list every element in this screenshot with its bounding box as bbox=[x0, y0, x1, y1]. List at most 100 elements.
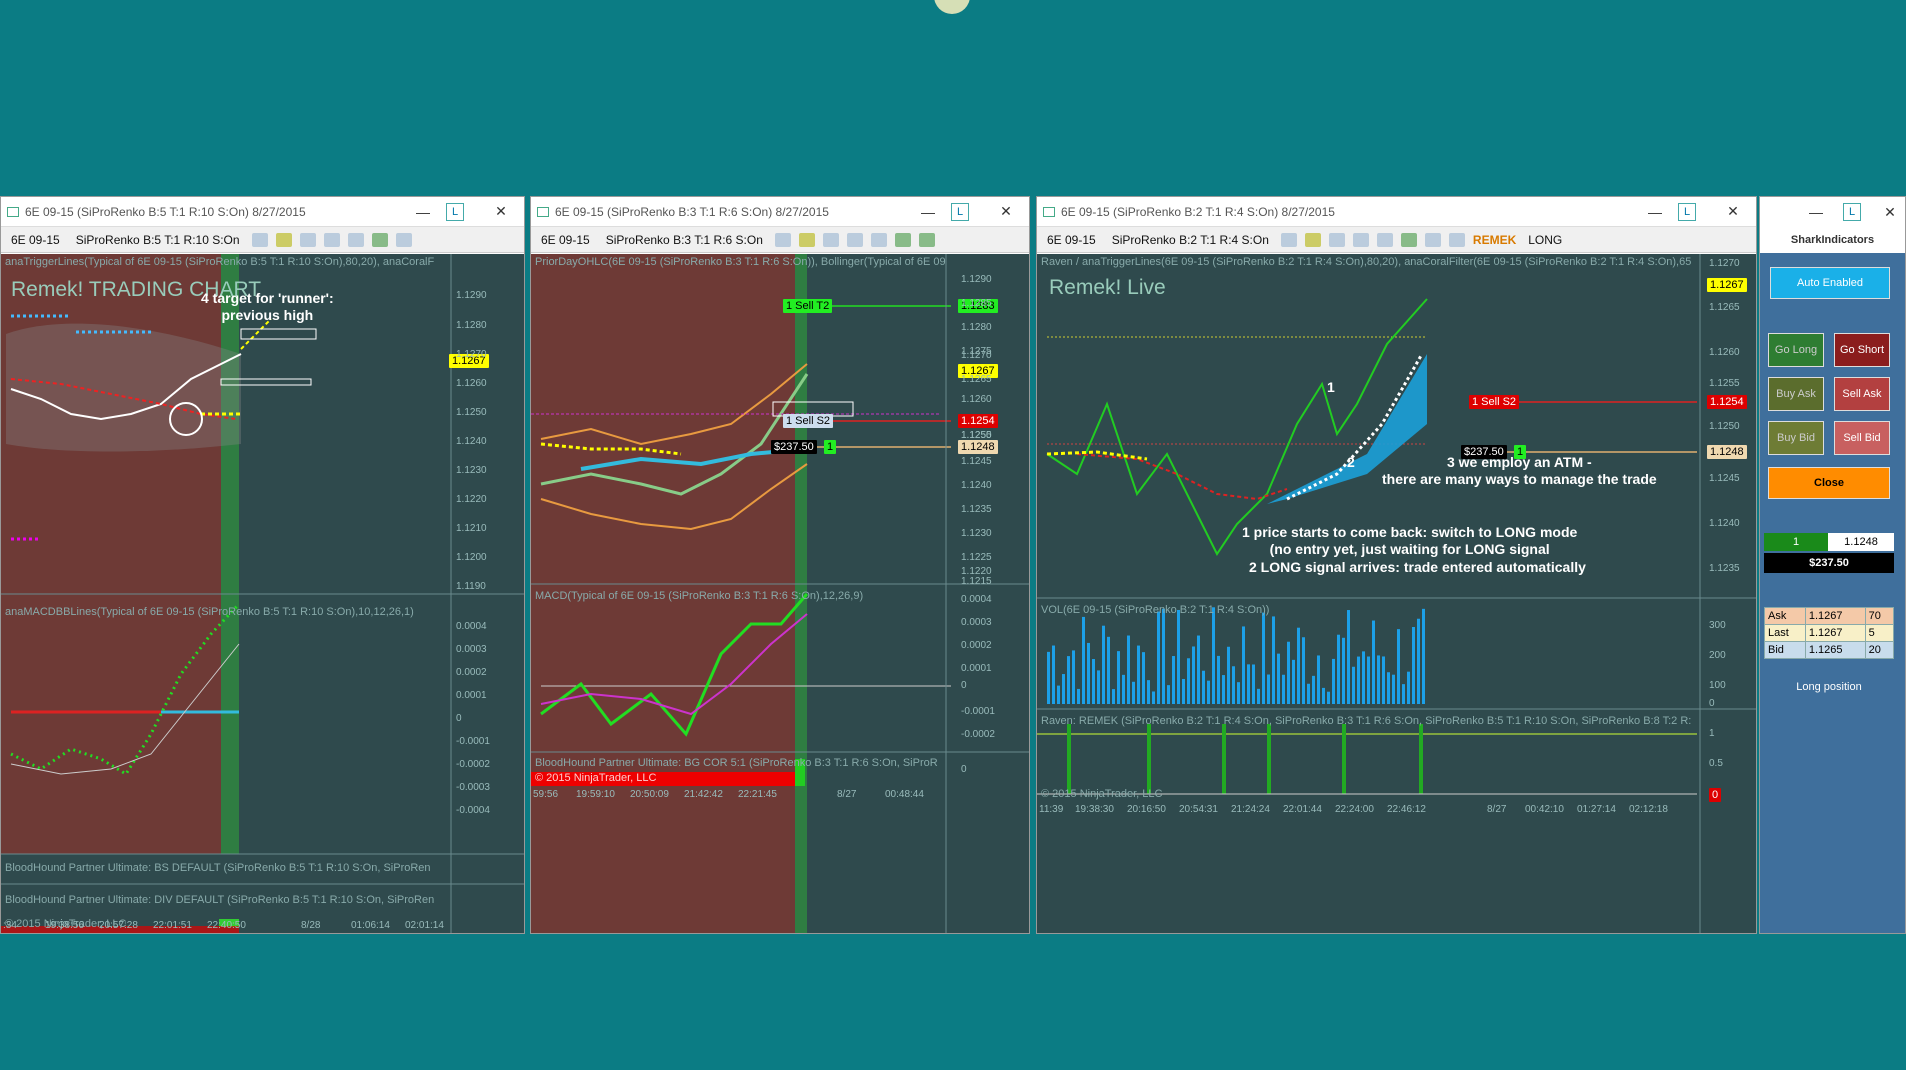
chart-area[interactable]: Raven / anaTriggerLines(6E 09-15 (SiProR… bbox=[1037, 254, 1756, 933]
marker-1: 1 bbox=[1327, 379, 1335, 395]
minimize-button[interactable]: — bbox=[1809, 204, 1829, 220]
close-button[interactable]: ✕ bbox=[1875, 204, 1905, 221]
pin-icon[interactable] bbox=[1328, 232, 1345, 247]
properties-icon[interactable] bbox=[395, 232, 412, 247]
layout-lock-icon[interactable]: L bbox=[446, 202, 464, 221]
buy-bid-button[interactable]: Buy Bid bbox=[1768, 421, 1824, 455]
time-tick: 8/27 bbox=[837, 789, 857, 800]
volume-bar bbox=[1092, 659, 1095, 704]
close-button[interactable]: ✕ bbox=[983, 203, 1029, 220]
indicators-icon[interactable] bbox=[894, 232, 911, 247]
price-tick: 1.1240 bbox=[456, 436, 487, 447]
close-position-button[interactable]: Close bbox=[1768, 467, 1890, 499]
zoom-icon[interactable] bbox=[1376, 232, 1393, 247]
bar-style-icon[interactable] bbox=[1280, 232, 1297, 247]
go-short-button[interactable]: Go Short bbox=[1834, 333, 1890, 367]
volume-bar bbox=[1282, 674, 1285, 704]
mode-select[interactable]: LONG bbox=[1524, 231, 1566, 249]
volume-bar bbox=[1367, 656, 1370, 704]
price-tick: 1.1265 bbox=[1709, 302, 1740, 313]
zoom-icon[interactable] bbox=[347, 232, 364, 247]
bar-style-icon[interactable] bbox=[251, 232, 268, 247]
sell-stop-order[interactable]: 1 Sell S2 bbox=[783, 414, 834, 428]
price-tick: 1.1235 bbox=[961, 504, 992, 515]
indicators-icon[interactable] bbox=[1400, 232, 1417, 247]
volume-bar bbox=[1242, 626, 1245, 704]
crosshair-icon[interactable] bbox=[323, 232, 340, 247]
chart-watermark: Remek! Live bbox=[1049, 276, 1166, 299]
instrument-select[interactable]: 6E 09-15 bbox=[1043, 231, 1100, 249]
time-tick: 21:42:42 bbox=[684, 789, 723, 800]
sell-ask-button[interactable]: Sell Ask bbox=[1834, 377, 1890, 411]
volume-bar bbox=[1202, 670, 1205, 704]
price-tick: 1.1250 bbox=[456, 407, 487, 418]
indicators-icon[interactable] bbox=[371, 232, 388, 247]
time-tick: 22:46:12 bbox=[1387, 804, 1426, 815]
time-tick: 01:27:14 bbox=[1577, 804, 1616, 815]
minimize-button[interactable]: — bbox=[400, 204, 446, 220]
close-button[interactable]: ✕ bbox=[478, 203, 524, 220]
volume-bar bbox=[1342, 637, 1345, 704]
properties-icon[interactable] bbox=[918, 232, 935, 247]
bar-type-select[interactable]: SiProRenko B:5 T:1 R:10 S:On bbox=[72, 231, 244, 249]
instrument-select[interactable]: 6E 09-15 bbox=[537, 231, 594, 249]
time-tick: 02:12:18 bbox=[1629, 804, 1668, 815]
zoom-icon[interactable] bbox=[870, 232, 887, 247]
volume-bar bbox=[1262, 612, 1265, 704]
position-pnl: $237.50 bbox=[1764, 553, 1894, 573]
buy-ask-button[interactable]: Buy Ask bbox=[1768, 377, 1824, 411]
bar-style-icon[interactable] bbox=[774, 232, 791, 247]
sell-target-order[interactable]: 1 Sell T2 bbox=[783, 299, 833, 313]
go-long-button[interactable]: Go Long bbox=[1768, 333, 1824, 367]
layout-lock-icon[interactable]: L bbox=[951, 202, 969, 221]
pin-icon[interactable] bbox=[299, 232, 316, 247]
bar-type-select[interactable]: SiProRenko B:3 T:1 R:6 S:On bbox=[602, 231, 767, 249]
pin-icon[interactable] bbox=[822, 232, 839, 247]
bar-type-select[interactable]: SiProRenko B:2 T:1 R:4 S:On bbox=[1108, 231, 1273, 249]
close-button[interactable]: ✕ bbox=[1710, 203, 1756, 220]
instrument-select[interactable]: 6E 09-15 bbox=[7, 231, 64, 249]
chart-window-1: 6E 09-15 (SiProRenko B:5 T:1 R:10 S:On) … bbox=[0, 196, 525, 934]
volume-label: VOL(6E 09-15 (SiProRenko B:2 T:1 R:4 S:O… bbox=[1041, 604, 1270, 616]
sell-stop-order[interactable]: 1 Sell S2 bbox=[1469, 395, 1520, 409]
layout-lock-icon[interactable]: L bbox=[1678, 202, 1696, 221]
volume-bar bbox=[1277, 653, 1280, 704]
position-qty: 1 bbox=[1764, 533, 1828, 551]
dollar-icon[interactable] bbox=[1424, 232, 1441, 247]
drawing-tool-icon[interactable] bbox=[275, 232, 292, 247]
indicator-label: PriorDayOHLC(6E 09-15 (SiProRenko B:3 T:… bbox=[535, 256, 946, 268]
volume-bar bbox=[1097, 670, 1100, 704]
crosshair-icon[interactable] bbox=[1352, 232, 1369, 247]
sell-bid-button[interactable]: Sell Bid bbox=[1834, 421, 1890, 455]
auto-enabled-button[interactable]: Auto Enabled bbox=[1770, 267, 1890, 299]
drawing-tool-icon[interactable] bbox=[798, 232, 815, 247]
chart-area[interactable]: anaTriggerLines(Typical of 6E 09-15 (SiP… bbox=[1, 254, 524, 933]
title-bar: 6E 09-15 (SiProRenko B:5 T:1 R:10 S:On) … bbox=[1, 197, 524, 227]
macd-tick: 0.0002 bbox=[456, 667, 487, 678]
macd-tick: 0.0001 bbox=[961, 663, 992, 674]
volume-bar bbox=[1122, 674, 1125, 704]
properties-icon[interactable] bbox=[1448, 232, 1465, 247]
quote-price: 1.1267 bbox=[1804, 624, 1866, 642]
price-tick: 1.1270 bbox=[1709, 258, 1740, 269]
price-tick: 1.1225 bbox=[961, 552, 992, 563]
quote-row-last: Last 1.1267 5 bbox=[1764, 624, 1895, 642]
quote-label: Ask bbox=[1764, 607, 1806, 625]
long-mode-annotation: 1 price starts to come back: switch to L… bbox=[1242, 524, 1578, 557]
drawing-tool-icon[interactable] bbox=[1304, 232, 1321, 247]
macd-tick: 0.0003 bbox=[961, 617, 992, 628]
price-tick: 1.1270 bbox=[456, 349, 487, 360]
volume-bar bbox=[1222, 675, 1225, 704]
volume-bar bbox=[1402, 684, 1405, 704]
crosshair-icon[interactable] bbox=[846, 232, 863, 247]
runner-target-annotation: 4 target for 'runner': previous high bbox=[201, 290, 334, 323]
time-tick: 22:24:00 bbox=[1335, 804, 1374, 815]
raven-tick: 0.5 bbox=[1709, 758, 1723, 769]
volume-bar bbox=[1117, 651, 1120, 704]
minimize-button[interactable]: — bbox=[905, 204, 951, 220]
chart-area[interactable]: PriorDayOHLC(6E 09-15 (SiProRenko B:3 T:… bbox=[531, 254, 1029, 933]
volume-bar bbox=[1337, 634, 1340, 704]
chart-graphics bbox=[1, 254, 524, 933]
minimize-button[interactable]: — bbox=[1632, 204, 1678, 220]
layout-lock-icon[interactable]: L bbox=[1843, 203, 1861, 221]
